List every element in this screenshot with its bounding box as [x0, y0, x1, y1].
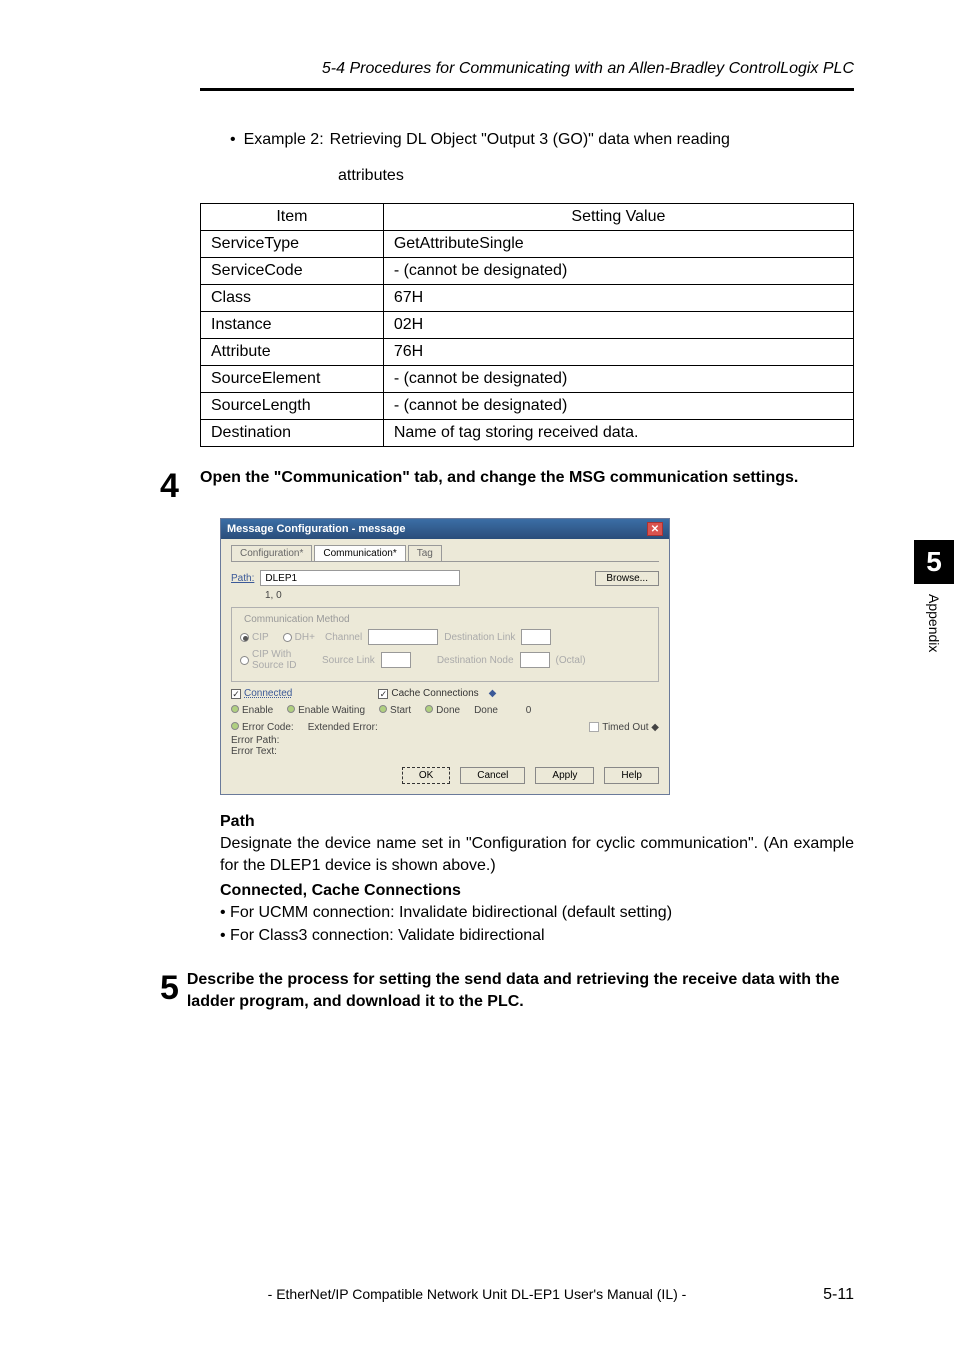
th-item: Item: [201, 204, 384, 231]
status-dot-icon: [287, 705, 295, 713]
step-4: 4 Open the "Communication" tab, and chan…: [200, 467, 854, 506]
path-input[interactable]: [260, 570, 460, 586]
connected-checkbox[interactable]: ✓: [231, 689, 241, 699]
status-dot-icon: [231, 722, 239, 730]
path-text: Designate the device name set in "Config…: [220, 833, 854, 876]
radio-cip[interactable]: [240, 633, 249, 642]
radio-dh[interactable]: [283, 633, 292, 642]
tab-communication[interactable]: Communication*: [314, 545, 405, 561]
conn-bullet-2: • For Class3 connection: Validate bidire…: [220, 925, 854, 947]
error-path: Error Path:: [231, 735, 659, 746]
apply-button[interactable]: Apply: [535, 767, 594, 784]
close-icon[interactable]: ✕: [647, 522, 663, 536]
dest-link-input[interactable]: [521, 629, 551, 645]
comm-method-label: Communication Method: [240, 614, 354, 625]
connected-heading: Connected, Cache Connections: [220, 882, 854, 900]
connected-label: Connected: [244, 688, 292, 699]
chapter-label: Appendix: [926, 594, 942, 652]
table-row: ServiceCode- (cannot be designated): [201, 258, 854, 285]
dest-node-input[interactable]: [520, 652, 550, 668]
tab-configuration[interactable]: Configuration*: [231, 545, 312, 561]
step-text: Describe the process for setting the sen…: [187, 969, 854, 1014]
channel-select[interactable]: [368, 629, 438, 645]
example-label: Example 2:: [244, 131, 324, 149]
footer-text: - EtherNet/IP Compatible Network Unit DL…: [0, 1286, 954, 1302]
settings-table: Item Setting Value ServiceTypeGetAttribu…: [200, 203, 854, 447]
table-row: SourceElement- (cannot be designated): [201, 366, 854, 393]
step-number: 5: [160, 969, 187, 1008]
cancel-button[interactable]: Cancel: [460, 767, 525, 784]
step-text: Open the "Communication" tab, and change…: [200, 467, 798, 489]
browse-button[interactable]: Browse...: [595, 571, 659, 586]
table-row: Attribute76H: [201, 339, 854, 366]
status-dot-icon: [425, 705, 433, 713]
example-line2: attributes: [338, 167, 854, 185]
step-5: 5 Describe the process for setting the s…: [200, 969, 854, 1014]
path-sub: 1, 0: [265, 590, 659, 601]
bullet: •: [230, 131, 236, 149]
cache-label: Cache Connections: [391, 688, 478, 699]
error-text: Error Text:: [231, 746, 659, 757]
timed-out-checkbox[interactable]: [589, 722, 599, 732]
path-heading: Path: [220, 813, 854, 831]
status-dot-icon: [379, 705, 387, 713]
tab-tag[interactable]: Tag: [408, 545, 442, 561]
table-row: DestinationName of tag storing received …: [201, 420, 854, 447]
table-row: Class67H: [201, 285, 854, 312]
section-header: 5-4 Procedures for Communicating with an…: [200, 60, 854, 91]
table-row: SourceLength- (cannot be designated): [201, 393, 854, 420]
ok-button[interactable]: OK: [402, 767, 450, 784]
side-tab: 5 Appendix: [914, 540, 954, 652]
table-row: ServiceTypeGetAttributeSingle: [201, 231, 854, 258]
help-button[interactable]: Help: [604, 767, 659, 784]
path-label: Path:: [231, 573, 254, 584]
message-config-dialog: Message Configuration - message ✕ Config…: [220, 518, 670, 795]
page-number: 5-11: [823, 1286, 854, 1304]
dialog-title-text: Message Configuration - message: [227, 523, 406, 535]
status-dot-icon: [231, 705, 239, 713]
example-block: • Example 2: Retrieving DL Object "Outpu…: [200, 131, 854, 185]
th-value: Setting Value: [383, 204, 853, 231]
cache-checkbox[interactable]: ✓: [378, 689, 388, 699]
chapter-number: 5: [914, 540, 954, 584]
step-number: 4: [160, 467, 200, 506]
conn-bullet-1: • For UCMM connection: Invalidate bidire…: [220, 902, 854, 924]
source-link-input[interactable]: [381, 652, 411, 668]
example-line1: Retrieving DL Object "Output 3 (GO)" dat…: [330, 131, 730, 149]
table-row: Instance02H: [201, 312, 854, 339]
arrow-icon: ◆: [489, 688, 497, 699]
radio-cip-with[interactable]: [240, 656, 249, 665]
